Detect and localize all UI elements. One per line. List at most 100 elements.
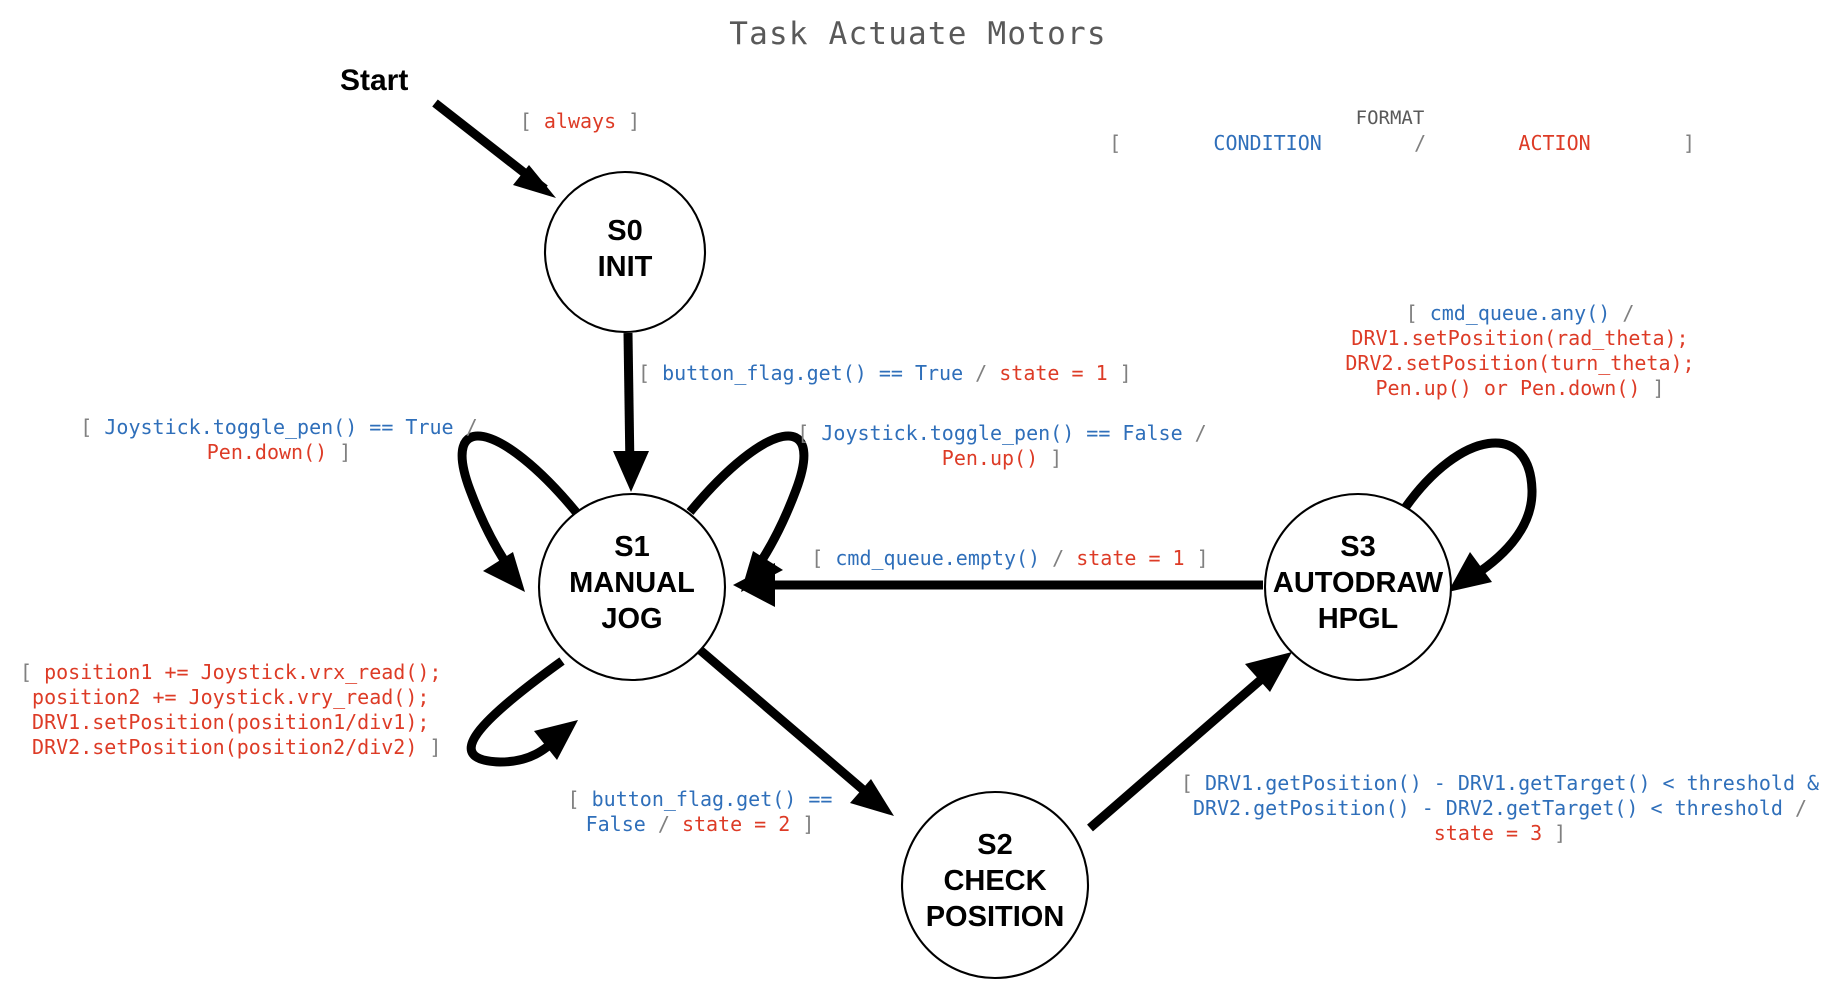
transition-label-line: [ cmd_queue.empty() / state = 1 ]	[811, 546, 1208, 570]
state-label-s1-line2: MANUAL	[569, 567, 695, 599]
label-segment-cond: button_flag.get() ==	[592, 787, 833, 811]
edge-s1-self-jog-move	[466, 657, 578, 767]
page-title: Task Actuate Motors	[729, 16, 1106, 52]
label-segment-sep: /	[454, 415, 478, 439]
label-segment-brk: ]	[1038, 446, 1062, 470]
label-segment-cond: Joystick.toggle_pen() == False	[821, 421, 1182, 445]
state-label-s0-line2: INIT	[598, 251, 653, 283]
transition-label-line: Pen.down() ]	[207, 440, 352, 464]
label-segment-act: state = 1	[999, 361, 1107, 385]
format-condition: CONDITION	[1213, 131, 1321, 155]
transition-label-s1-self-jog-move: [ position1 += Joystick.vrx_read(); posi…	[20, 660, 441, 759]
label-segment-act: DRV2.setPosition(position2/div2)	[20, 735, 417, 759]
format-legend-heading: FORMAT	[1356, 107, 1425, 129]
transition-label-line: DRV1.setPosition(rad_theta);	[1351, 326, 1688, 350]
format-close-bracket: ]	[1683, 131, 1695, 155]
state-node-s3[interactable]: S3 AUTODRAW HPGL	[1263, 492, 1453, 682]
label-segment-cond: Joystick.toggle_pen() == True	[104, 415, 453, 439]
transition-label-s1-self-pen-up: [ Joystick.toggle_pen() == False /Pen.up…	[797, 421, 1206, 470]
label-segment-brk: ]	[417, 735, 441, 759]
label-segment-brk: ]	[628, 109, 640, 133]
transition-labels: [ always ] [ button_flag.get() == True /…	[20, 109, 1819, 845]
transition-label-line: position2 += Joystick.vry_read();	[20, 685, 429, 709]
state-node-s0[interactable]: S0 INIT	[543, 170, 707, 334]
label-segment-brk: ]	[327, 440, 351, 464]
label-segment-cond: DRV2.getPosition() - DRV2.getTarget() < …	[1193, 796, 1783, 820]
edge-s0-to-s1	[613, 332, 649, 492]
transition-label-start-to-s0: [ always ]	[520, 109, 640, 133]
label-segment-act: DRV1.setPosition(rad_theta);	[1351, 326, 1688, 350]
label-segment-cond: button_flag.get() == True	[662, 361, 963, 385]
label-segment-brk: ]	[790, 812, 814, 836]
transition-label-line: DRV2.getPosition() - DRV2.getTarget() < …	[1193, 796, 1807, 820]
format-legend-body: [ CONDITION / ACTION ]	[1025, 131, 1755, 155]
transition-label-s2-to-s3: [ DRV1.getPosition() - DRV1.getTarget() …	[1181, 771, 1819, 845]
label-segment-cond: cmd_queue.any()	[1430, 301, 1611, 325]
label-segment-act: position2 += Joystick.vry_read();	[20, 685, 429, 709]
transition-label-line: [ DRV1.getPosition() - DRV1.getTarget() …	[1181, 771, 1819, 795]
label-segment-act: state = 2	[682, 812, 790, 836]
state-label-s1-line1: S1	[614, 531, 649, 563]
state-label-s2-line3: POSITION	[926, 901, 1065, 933]
label-segment-act: state = 3	[1434, 821, 1542, 845]
label-segment-act: Pen.up() or Pen.down()	[1376, 376, 1641, 400]
format-open-bracket: [	[1109, 131, 1121, 155]
state-label-s3-line1: S3	[1340, 531, 1375, 563]
transition-label-line: DRV1.setPosition(position1/div1);	[20, 710, 429, 734]
transition-label-line: [ button_flag.get() == True / state = 1 …	[638, 361, 1132, 385]
label-segment-act: position1 += Joystick.vrx_read();	[44, 660, 441, 684]
transition-label-line: [ Joystick.toggle_pen() == False /	[797, 421, 1206, 445]
label-segment-cond: False	[586, 812, 646, 836]
label-segment-sep: /	[646, 812, 682, 836]
label-segment-brk: [	[1181, 771, 1205, 795]
state-label-s2-line2: CHECK	[943, 865, 1046, 897]
label-segment-brk: [	[1406, 301, 1430, 325]
state-label-s1-line3: JOG	[601, 603, 662, 635]
label-segment-brk: [	[797, 421, 821, 445]
label-segment-brk: [	[568, 787, 592, 811]
transition-label-s3-to-s1: [ cmd_queue.empty() / state = 1 ]	[811, 546, 1208, 570]
transition-label-line: [ cmd_queue.any() /	[1406, 301, 1635, 325]
format-action: ACTION	[1518, 131, 1590, 155]
transition-label-line: DRV2.setPosition(turn_theta);	[1345, 351, 1694, 375]
label-segment-act: Pen.up()	[942, 446, 1038, 470]
state-node-s1[interactable]: S1 MANUAL JOG	[537, 492, 727, 682]
label-segment-act: state = 1	[1076, 546, 1184, 570]
transition-label-line: Pen.up() ]	[942, 446, 1062, 470]
transition-label-line: [ Joystick.toggle_pen() == True /	[80, 415, 477, 439]
label-segment-brk: ]	[1542, 821, 1566, 845]
label-segment-act: DRV2.setPosition(turn_theta);	[1345, 351, 1694, 375]
label-segment-act: DRV1.setPosition(position1/div1);	[20, 710, 429, 734]
label-segment-sep: /	[1040, 546, 1076, 570]
state-label-s3-line2: AUTODRAW	[1273, 567, 1444, 599]
label-segment-brk: ]	[1640, 376, 1664, 400]
label-segment-brk: [	[811, 546, 835, 570]
start-label: Start	[340, 64, 408, 97]
label-segment-act: Pen.down()	[207, 440, 327, 464]
transition-label-s0-to-s1: [ button_flag.get() == True / state = 1 …	[638, 361, 1132, 385]
label-segment-act: always	[532, 109, 628, 133]
transition-label-s1-to-s2: [ button_flag.get() ==False / state = 2 …	[568, 787, 833, 836]
label-segment-brk: [	[80, 415, 104, 439]
format-separator: /	[1414, 131, 1426, 155]
transition-label-line: Pen.up() or Pen.down() ]	[1376, 376, 1665, 400]
label-segment-brk: [	[638, 361, 662, 385]
label-segment-brk: ]	[1108, 361, 1132, 385]
transition-label-s1-self-pen-down: [ Joystick.toggle_pen() == True /Pen.dow…	[80, 415, 477, 464]
transition-label-line: [ always ]	[520, 109, 640, 133]
label-segment-brk: [	[520, 109, 532, 133]
transition-label-line: [ position1 += Joystick.vrx_read();	[20, 660, 441, 684]
state-label-s3-line3: HPGL	[1318, 603, 1399, 635]
label-segment-sep: /	[963, 361, 999, 385]
state-node-s2[interactable]: S2 CHECK POSITION	[900, 790, 1090, 980]
state-machine-diagram: Task Actuate Motors Start FORMAT [ CONDI…	[0, 0, 1836, 984]
label-segment-cond: DRV1.getPosition() - DRV1.getTarget() < …	[1205, 771, 1819, 795]
label-segment-sep: /	[1610, 301, 1634, 325]
state-label-s2-line1: S2	[977, 829, 1012, 861]
state-label-s0-line1: S0	[607, 215, 642, 247]
label-segment-cond: cmd_queue.empty()	[835, 546, 1040, 570]
transition-label-line: state = 3 ]	[1434, 821, 1566, 845]
transition-label-line: DRV2.setPosition(position2/div2) ]	[20, 735, 441, 759]
label-segment-sep: /	[1183, 421, 1207, 445]
transition-label-s3-self-autodraw: [ cmd_queue.any() /DRV1.setPosition(rad_…	[1345, 301, 1694, 400]
